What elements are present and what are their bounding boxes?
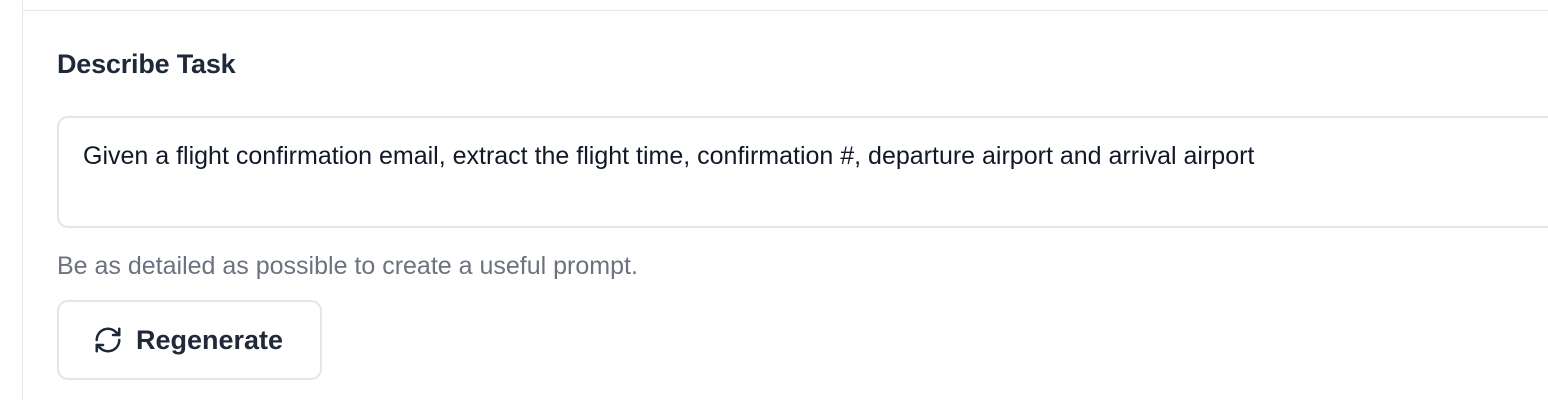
top-divider (22, 10, 1548, 11)
task-helper-text: Be as detailed as possible to create a u… (57, 252, 638, 280)
describe-task-section: Describe Task Given a flight confirmatio… (57, 46, 1548, 380)
task-description-input[interactable]: Given a flight confirmation email, extra… (57, 116, 1548, 228)
describe-task-label: Describe Task (57, 49, 236, 79)
left-divider (22, 0, 23, 400)
regenerate-button[interactable]: Regenerate (57, 300, 322, 380)
page: Describe Task Given a flight confirmatio… (0, 0, 1548, 400)
regenerate-label: Regenerate (136, 325, 284, 355)
refresh-icon (92, 324, 124, 356)
